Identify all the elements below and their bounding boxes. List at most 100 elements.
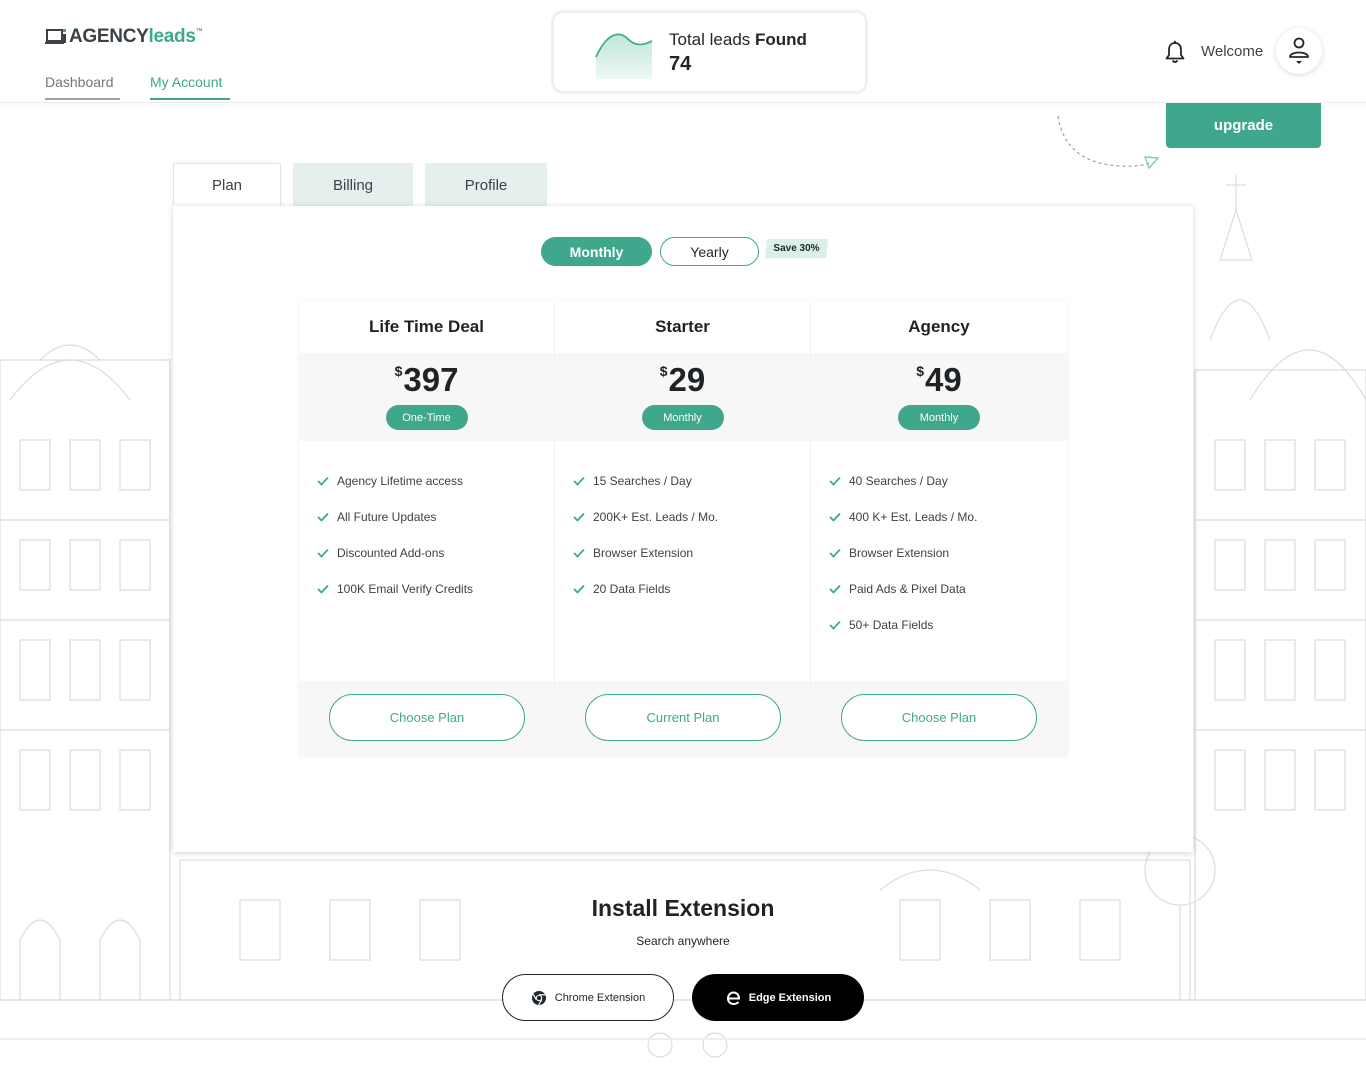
- check-icon: [317, 584, 329, 594]
- plan-footer: Current Plan: [555, 681, 810, 755]
- edge-icon: [726, 990, 740, 1005]
- plan-name: Agency: [811, 301, 1067, 353]
- choose-plan-button[interactable]: Choose Plan: [841, 694, 1037, 741]
- feature-text: 400 K+ Est. Leads / Mo.: [849, 510, 978, 524]
- welcome-text: Welcome: [1201, 43, 1264, 60]
- feature-text: 15 Searches / Day: [593, 474, 692, 488]
- check-icon: [829, 620, 841, 630]
- feature-item: 200K+ Est. Leads / Mo.: [573, 499, 810, 535]
- plan-price-box: $49 Monthly: [811, 353, 1067, 441]
- plan-panel: Monthly Yearly Save 30% Life Time Deal $…: [173, 206, 1193, 852]
- feature-text: All Future Updates: [337, 510, 437, 524]
- chrome-icon: [531, 990, 546, 1005]
- edge-extension-label: Edge Extension: [748, 991, 832, 1004]
- total-leads-card: Total leads Found 74: [551, 10, 868, 94]
- check-icon: [573, 584, 585, 594]
- user-icon: [1289, 37, 1309, 64]
- check-icon: [573, 548, 585, 558]
- feature-text: Browser Extension: [849, 546, 950, 560]
- feature-text: 40 Searches / Day: [849, 474, 948, 488]
- bell-icon[interactable]: [1164, 40, 1186, 64]
- plan-features: 40 Searches / Day 400 K+ Est. Leads / Mo…: [811, 441, 1067, 681]
- feature-item: 15 Searches / Day: [573, 463, 810, 499]
- plan-price-box: $397 One-Time: [299, 353, 554, 441]
- plan-price-box: $29 Monthly: [555, 353, 810, 441]
- pricing-plans: Life Time Deal $397 One-Time Agency Life…: [299, 301, 1067, 755]
- plan-footer: Choose Plan: [299, 681, 554, 755]
- check-icon: [829, 512, 841, 522]
- check-icon: [829, 476, 841, 486]
- edge-extension-button[interactable]: Edge Extension: [692, 974, 864, 1021]
- feature-text: Discounted Add-ons: [337, 546, 445, 560]
- save-badge: Save 30%: [765, 239, 828, 258]
- agencyleads-logo[interactable]: AGENCY leads ™: [45, 26, 203, 48]
- tab-plan[interactable]: Plan: [173, 163, 281, 207]
- feature-item: 400 K+ Est. Leads / Mo.: [829, 499, 1067, 535]
- plan-features: 15 Searches / Day 200K+ Est. Leads / Mo.…: [555, 441, 810, 681]
- plan-card-lifetime: Life Time Deal $397 One-Time Agency Life…: [299, 301, 555, 755]
- top-header: AGENCY leads ™ Dashboard My Account Tota…: [0, 0, 1366, 103]
- plan-card-agency: Agency $49 Monthly 40 Searches / Day 400…: [811, 301, 1067, 755]
- total-leads-title-prefix: Total leads: [669, 30, 755, 49]
- install-extension-subtitle: Search anywhere: [636, 934, 730, 948]
- plan-price: $49: [811, 361, 1067, 399]
- plan-price: $397: [299, 361, 554, 399]
- user-avatar-button[interactable]: [1276, 28, 1322, 74]
- feature-text: Agency Lifetime access: [337, 474, 464, 488]
- check-icon: [317, 512, 329, 522]
- plan-price: $29: [555, 361, 810, 399]
- check-icon: [829, 548, 841, 558]
- feature-item: Discounted Add-ons: [317, 535, 554, 571]
- check-icon: [317, 476, 329, 486]
- feature-text: 50+ Data Fields: [849, 618, 934, 632]
- plan-period-badge: Monthly: [898, 405, 980, 430]
- billing-toggle-yearly[interactable]: Yearly: [660, 237, 759, 266]
- price-amount: 29: [668, 361, 706, 398]
- choose-plan-button[interactable]: Choose Plan: [329, 694, 525, 741]
- currency-symbol: $: [394, 363, 403, 379]
- check-icon: [317, 548, 329, 558]
- plan-period-badge: Monthly: [641, 405, 724, 430]
- logo-text-leads: leads: [148, 26, 196, 47]
- feature-item: 100K Email Verify Credits: [317, 571, 554, 607]
- laptop-logo-icon: [45, 29, 66, 44]
- chrome-extension-button[interactable]: Chrome Extension: [502, 974, 674, 1021]
- plan-period-badge: One-Time: [385, 405, 468, 430]
- plan-name: Starter: [555, 301, 810, 353]
- feature-item: 20 Data Fields: [573, 571, 810, 607]
- feature-text: 200K+ Est. Leads / Mo.: [593, 510, 719, 524]
- price-amount: 397: [403, 361, 459, 398]
- plan-card-starter: Starter $29 Monthly 15 Searches / Day 20…: [555, 301, 811, 755]
- feature-item: Agency Lifetime access: [317, 463, 554, 499]
- currency-symbol: $: [659, 363, 668, 379]
- dashed-arrow-decoration: [1057, 115, 1160, 170]
- price-amount: 49: [925, 361, 962, 398]
- install-extension-title: Install Extension: [591, 895, 775, 921]
- plan-footer: Choose Plan: [811, 681, 1067, 755]
- current-plan-button[interactable]: Current Plan: [585, 694, 781, 741]
- tab-billing[interactable]: Billing: [293, 163, 413, 207]
- tab-profile[interactable]: Profile: [425, 163, 547, 207]
- check-icon: [573, 476, 585, 486]
- currency-symbol: $: [916, 363, 925, 379]
- total-leads-title-bold: Found: [755, 30, 807, 49]
- chrome-extension-label: Chrome Extension: [554, 991, 646, 1004]
- feature-text: 100K Email Verify Credits: [337, 582, 474, 596]
- feature-text: Browser Extension: [593, 546, 694, 560]
- nav-my-account[interactable]: My Account: [150, 74, 230, 100]
- feature-item: Paid Ads & Pixel Data: [829, 571, 1067, 607]
- total-leads-count: 74: [669, 53, 692, 75]
- feature-text: 20 Data Fields: [593, 582, 671, 596]
- feature-item: Browser Extension: [573, 535, 810, 571]
- plan-name: Life Time Deal: [299, 301, 554, 353]
- footer-divider: [0, 1038, 1366, 1040]
- logo-trademark: ™: [195, 28, 203, 35]
- check-icon: [573, 512, 585, 522]
- feature-item: All Future Updates: [317, 499, 554, 535]
- upgrade-button[interactable]: upgrade: [1166, 103, 1321, 148]
- nav-dashboard[interactable]: Dashboard: [45, 74, 120, 100]
- logo-text-agency: AGENCY: [69, 26, 149, 47]
- feature-text: Paid Ads & Pixel Data: [849, 582, 966, 596]
- feature-item: Browser Extension: [829, 535, 1067, 571]
- billing-toggle-monthly[interactable]: Monthly: [541, 237, 652, 266]
